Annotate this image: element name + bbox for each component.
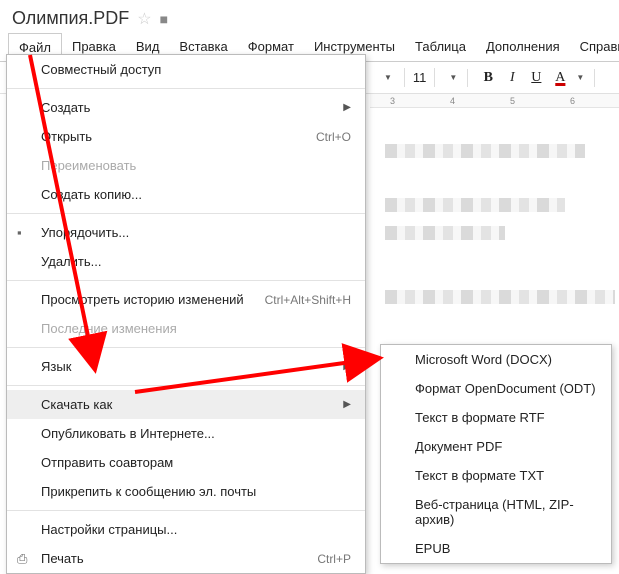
item-label: Текст в формате RTF [415,410,545,425]
submenu-item-rtf[interactable]: Текст в формате RTF [381,403,611,432]
menu-item-delete[interactable]: Удалить... [7,247,365,276]
item-label: Переименовать [41,158,136,173]
menu-item-rename: Переименовать [7,151,365,180]
item-label: Удалить... [41,254,101,269]
menu-item-email-collab[interactable]: Отправить соавторам [7,448,365,477]
folder-icon[interactable]: ■ [160,11,168,27]
menu-addons[interactable]: Дополнения [476,33,570,61]
submenu-item-odt[interactable]: Формат OpenDocument (ODT) [381,374,611,403]
separator [7,213,365,214]
menu-item-email-attach[interactable]: Прикрепить к сообщению эл. почты [7,477,365,506]
chevron-down-icon[interactable]: ▼ [576,73,584,82]
chevron-right-icon: ▶ [343,361,351,372]
bold-button[interactable]: B [478,70,498,86]
submenu-item-txt[interactable]: Текст в формате TXT [381,461,611,490]
menu-item-organize[interactable]: ▪ Упорядочить... [7,218,365,247]
font-size-input[interactable]: 11 [404,68,436,87]
chevron-right-icon: ▶ [343,399,351,410]
separator [467,69,468,87]
text-line [385,198,565,212]
item-label: Формат OpenDocument (ODT) [415,381,596,396]
item-label: Печать [41,551,84,566]
separator [7,385,365,386]
menu-item-print[interactable]: ⎙ Печать Ctrl+P [7,544,365,573]
menu-item-recent: Последние изменения [7,314,365,343]
chevron-down-icon[interactable]: ▼ [449,73,457,82]
item-label: Последние изменения [41,321,177,336]
document-title[interactable]: Олимпия.PDF [12,8,129,29]
item-label: Упорядочить... [41,225,129,240]
item-label: Отправить соавторам [41,455,173,470]
underline-button[interactable]: U [526,70,546,86]
menu-item-history[interactable]: Просмотреть историю изменений Ctrl+Alt+Sh… [7,285,365,314]
separator [7,280,365,281]
separator [7,88,365,89]
item-label: Создать копию... [41,187,142,202]
submenu-item-epub[interactable]: EPUB [381,534,611,563]
document-header: Олимпия.PDF ☆ ■ [0,0,619,33]
text-color-button[interactable]: A [550,70,570,86]
star-icon[interactable]: ☆ [137,9,151,29]
file-dropdown: Совместный доступ Создать ▶ Открыть Ctrl+O… [6,54,366,574]
chevron-down-icon[interactable]: ▼ [384,73,392,82]
item-label: Просмотреть историю изменений [41,292,244,307]
item-label: Опубликовать в Интернете... [41,426,215,441]
menu-item-download-as[interactable]: Скачать как ▶ [7,390,365,419]
text-line [385,226,505,240]
submenu-item-docx[interactable]: Microsoft Word (DOCX) [381,345,611,374]
item-label: Веб-страница (HTML, ZIP-архив) [415,497,597,527]
menu-item-language[interactable]: Язык ▶ [7,352,365,381]
document-body[interactable] [385,130,619,318]
menu-help[interactable]: Справка [570,33,619,61]
menu-item-copy[interactable]: Создать копию... [7,180,365,209]
item-label: Microsoft Word (DOCX) [415,352,552,367]
folder-icon: ▪ [17,225,22,240]
print-icon: ⎙ [17,551,27,567]
text-line [385,290,615,304]
item-label: Открыть [41,129,92,144]
chevron-right-icon: ▶ [343,102,351,113]
download-as-submenu: Microsoft Word (DOCX) Формат OpenDocumen… [380,344,612,564]
item-label: Язык [41,359,71,374]
italic-button[interactable]: I [502,70,522,86]
item-label: Прикрепить к сообщению эл. почты [41,484,256,499]
text-line [385,144,585,158]
item-label: Документ PDF [415,439,502,454]
item-label: Текст в формате TXT [415,468,544,483]
ruler: 3 4 5 6 [370,94,619,108]
menu-item-open[interactable]: Открыть Ctrl+O [7,122,365,151]
item-label: Скачать как [41,397,112,412]
submenu-item-html[interactable]: Веб-страница (HTML, ZIP-архив) [381,490,611,534]
shortcut: Ctrl+P [317,552,351,566]
shortcut: Ctrl+Alt+Shift+H [265,293,351,307]
menu-item-page-setup[interactable]: Настройки страницы... [7,515,365,544]
item-label: Совместный доступ [41,62,161,77]
separator [594,69,595,87]
menu-item-create[interactable]: Создать ▶ [7,93,365,122]
item-label: Создать [41,100,90,115]
item-label: EPUB [415,541,450,556]
separator [7,510,365,511]
item-label: Настройки страницы... [41,522,177,537]
submenu-item-pdf[interactable]: Документ PDF [381,432,611,461]
separator [7,347,365,348]
menu-table[interactable]: Таблица [405,33,476,61]
menu-item-share[interactable]: Совместный доступ [7,55,365,84]
shortcut: Ctrl+O [316,130,351,144]
menu-item-publish[interactable]: Опубликовать в Интернете... [7,419,365,448]
